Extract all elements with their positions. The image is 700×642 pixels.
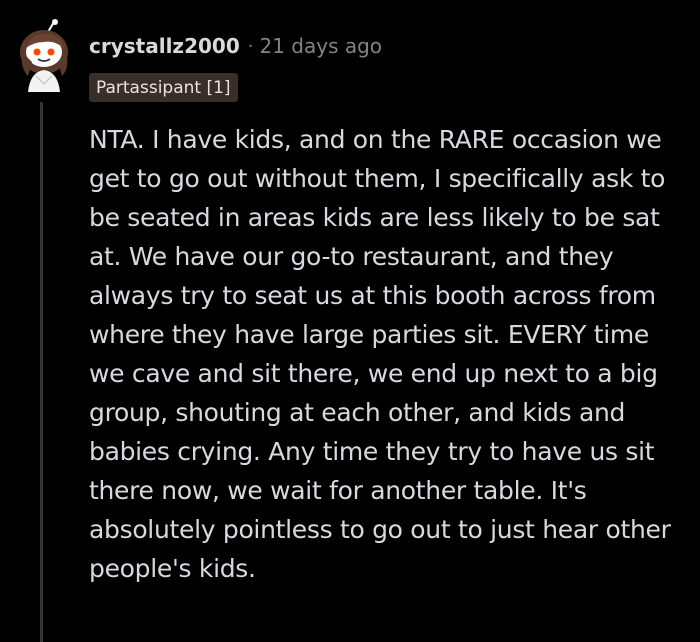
comment-header: crystallz2000 · 21 days ago	[89, 32, 382, 60]
meta-separator: ·	[247, 35, 254, 57]
username-link[interactable]: crystallz2000	[89, 34, 240, 58]
comment-body: NTA. I have kids, and on the RARE occasi…	[89, 125, 671, 583]
thread-line[interactable]	[40, 102, 43, 642]
snoo-avatar-icon	[20, 19, 68, 92]
user-flair-badge: Partassipant [1]	[89, 73, 238, 102]
avatar[interactable]	[14, 18, 76, 92]
comment: crystallz2000 · 21 days ago Partassipant…	[0, 0, 700, 642]
timestamp[interactable]: 21 days ago	[259, 34, 382, 58]
